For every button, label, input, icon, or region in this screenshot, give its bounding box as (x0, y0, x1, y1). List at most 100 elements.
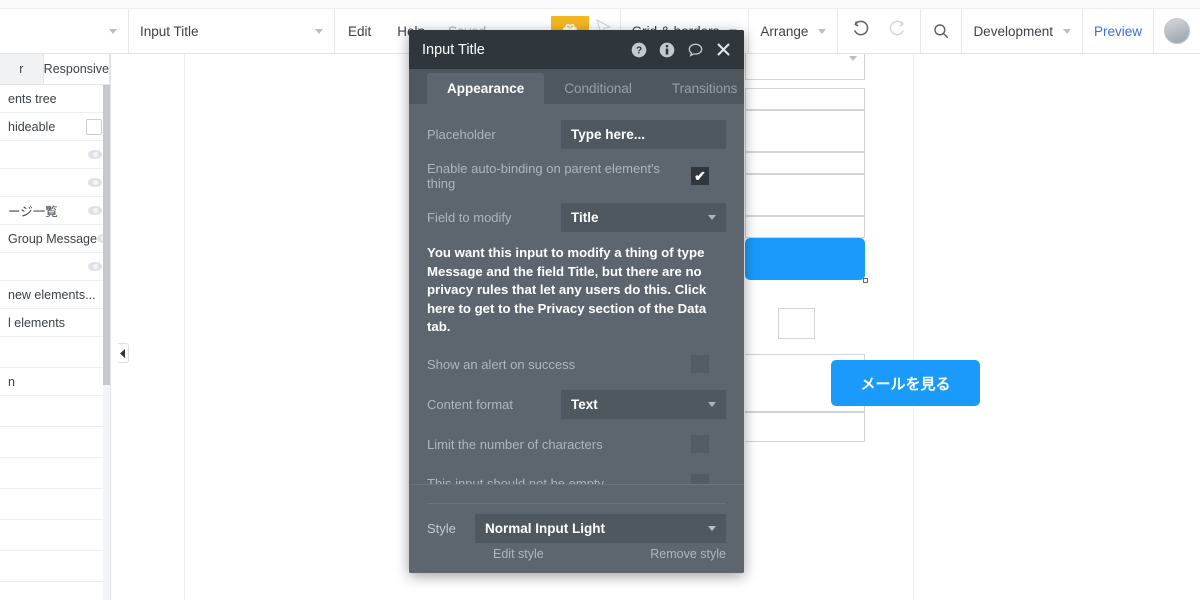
chevron-down-icon (849, 56, 857, 61)
preview-button[interactable]: Preview (1083, 9, 1154, 53)
left-panel-scrollbar[interactable] (103, 85, 110, 385)
elements-tree-label: ents tree (8, 91, 57, 106)
tree-item[interactable] (0, 253, 110, 281)
tree-item[interactable]: ージ一覧 (0, 197, 110, 225)
panel-blank-row (0, 582, 110, 600)
alert-on-success-checkbox[interactable] (691, 355, 709, 373)
eye-icon[interactable] (88, 206, 102, 215)
undo-icon[interactable] (852, 20, 871, 42)
placeholder-row: Placeholder Type here... (427, 120, 726, 149)
tab-conditional-label: Conditional (564, 81, 632, 96)
eye-icon[interactable] (88, 262, 102, 271)
field-to-modify-value: Title (571, 210, 599, 225)
panel-blank-row (0, 337, 110, 368)
resize-handle[interactable] (863, 278, 868, 283)
field-to-modify-row: Field to modify Title (427, 203, 726, 232)
chevron-down-icon (315, 28, 323, 34)
dialog-title: Input Title (422, 41, 485, 58)
eye-icon[interactable] (88, 150, 102, 159)
chevron-down-icon (708, 215, 716, 220)
hideable-checkbox[interactable] (86, 118, 102, 135)
content-format-select[interactable]: Text (561, 389, 726, 419)
field-to-modify-select[interactable]: Title (561, 203, 726, 232)
remove-style-link[interactable]: Remove style (650, 547, 726, 561)
help-question-icon[interactable]: ? (631, 42, 647, 58)
content-format-value: Text (571, 396, 598, 412)
canvas-label-element[interactable] (745, 216, 865, 238)
chevron-down-icon (109, 28, 117, 34)
edit-style-link[interactable]: Edit style (493, 547, 544, 561)
version-selector[interactable]: Development (962, 9, 1083, 53)
tab-appearance-label: Appearance (447, 81, 525, 96)
redo-icon[interactable] (887, 20, 906, 42)
canvas-row-element[interactable] (745, 412, 865, 442)
version-label: Development (973, 23, 1053, 39)
tab-responsive[interactable]: Responsive (43, 54, 110, 84)
field-to-modify-label: Field to modify (427, 210, 512, 225)
canvas-label-element[interactable] (745, 152, 865, 174)
all-elements-label: l elements (8, 315, 65, 330)
eye-icon[interactable] (88, 178, 102, 187)
alert-on-success-row: Show an alert on success (427, 351, 726, 378)
avatar (1164, 18, 1190, 44)
autobinding-row: Enable auto-binding on parent element's … (427, 161, 726, 191)
arrange-menu[interactable]: Arrange (749, 9, 839, 53)
style-select[interactable]: Normal Input Light (475, 514, 726, 543)
dialog-header-icons: ? (631, 42, 731, 58)
autobinding-checkbox[interactable]: ✔ (691, 167, 709, 185)
canvas-input-element[interactable] (745, 174, 865, 216)
tree-item[interactable]: Group Message (0, 225, 110, 253)
hideable-row[interactable]: hideable (0, 113, 110, 141)
tree-item-label: n (8, 374, 15, 389)
dialog-style-footer: Style Normal Input Light Edit style Remo… (409, 484, 744, 573)
chevron-down-icon (708, 401, 716, 407)
canvas-small-input[interactable] (778, 308, 815, 339)
tree-item[interactable] (0, 169, 110, 197)
autobinding-label: Enable auto-binding on parent element's … (427, 161, 661, 191)
user-menu[interactable] (1154, 9, 1200, 53)
not-empty-row: This input should not be empty (427, 470, 726, 485)
placeholder-label: Placeholder (427, 127, 496, 142)
new-elements-row[interactable]: new elements... (0, 281, 110, 309)
chevron-down-icon (708, 526, 716, 531)
content-format-label: Content format (427, 396, 513, 412)
chevron-down-icon (818, 28, 827, 34)
left-panel-tabs: r Responsive (0, 54, 110, 85)
style-links: Edit style Remove style (427, 543, 726, 561)
chevron-down-icon (1062, 28, 1071, 34)
canvas-submit-button[interactable] (745, 238, 868, 283)
tree-item[interactable] (0, 141, 110, 169)
privacy-warning-text[interactable]: You want this input to modify a thing of… (427, 244, 726, 337)
panel-blank-row (0, 396, 110, 427)
comment-bubble-icon[interactable] (687, 42, 704, 58)
element-selector[interactable]: Input Title (129, 9, 335, 53)
style-value: Normal Input Light (485, 521, 605, 536)
not-empty-checkbox[interactable] (691, 474, 709, 484)
tab-editor[interactable]: r (0, 54, 44, 84)
canvas-dropdown-element[interactable] (745, 54, 865, 80)
tab-transitions[interactable]: Transitions (652, 73, 744, 104)
tab-conditional[interactable]: Conditional (544, 73, 652, 104)
tree-item[interactable]: n (0, 368, 110, 396)
dialog-header[interactable]: Input Title ? (409, 30, 744, 69)
page-selector[interactable] (0, 9, 129, 53)
tab-appearance[interactable]: Appearance (427, 73, 545, 104)
content-format-row: Content format Text (427, 389, 726, 419)
canvas-label-element[interactable] (745, 88, 865, 110)
canvas-input-element[interactable] (745, 110, 865, 152)
limit-characters-checkbox[interactable] (691, 435, 709, 453)
search-button[interactable] (921, 9, 963, 53)
placeholder-input[interactable]: Type here... (561, 120, 726, 149)
edit-menu[interactable]: Edit (335, 9, 384, 53)
property-editor-dialog[interactable]: Input Title ? Appearance Conditional Tra… (409, 30, 744, 573)
all-elements-row[interactable]: l elements (0, 309, 110, 337)
panel-blank-row (0, 489, 110, 520)
preview-label: Preview (1093, 23, 1142, 39)
not-empty-label: This input should not be empty (427, 475, 605, 485)
panel-collapse-button[interactable] (118, 343, 129, 363)
style-row: Style Normal Input Light (427, 514, 726, 543)
info-icon[interactable] (659, 42, 675, 58)
canvas-mail-button[interactable]: メールを見る (831, 360, 980, 406)
close-icon[interactable] (716, 42, 731, 57)
checkmark-icon: ✔ (694, 168, 706, 184)
